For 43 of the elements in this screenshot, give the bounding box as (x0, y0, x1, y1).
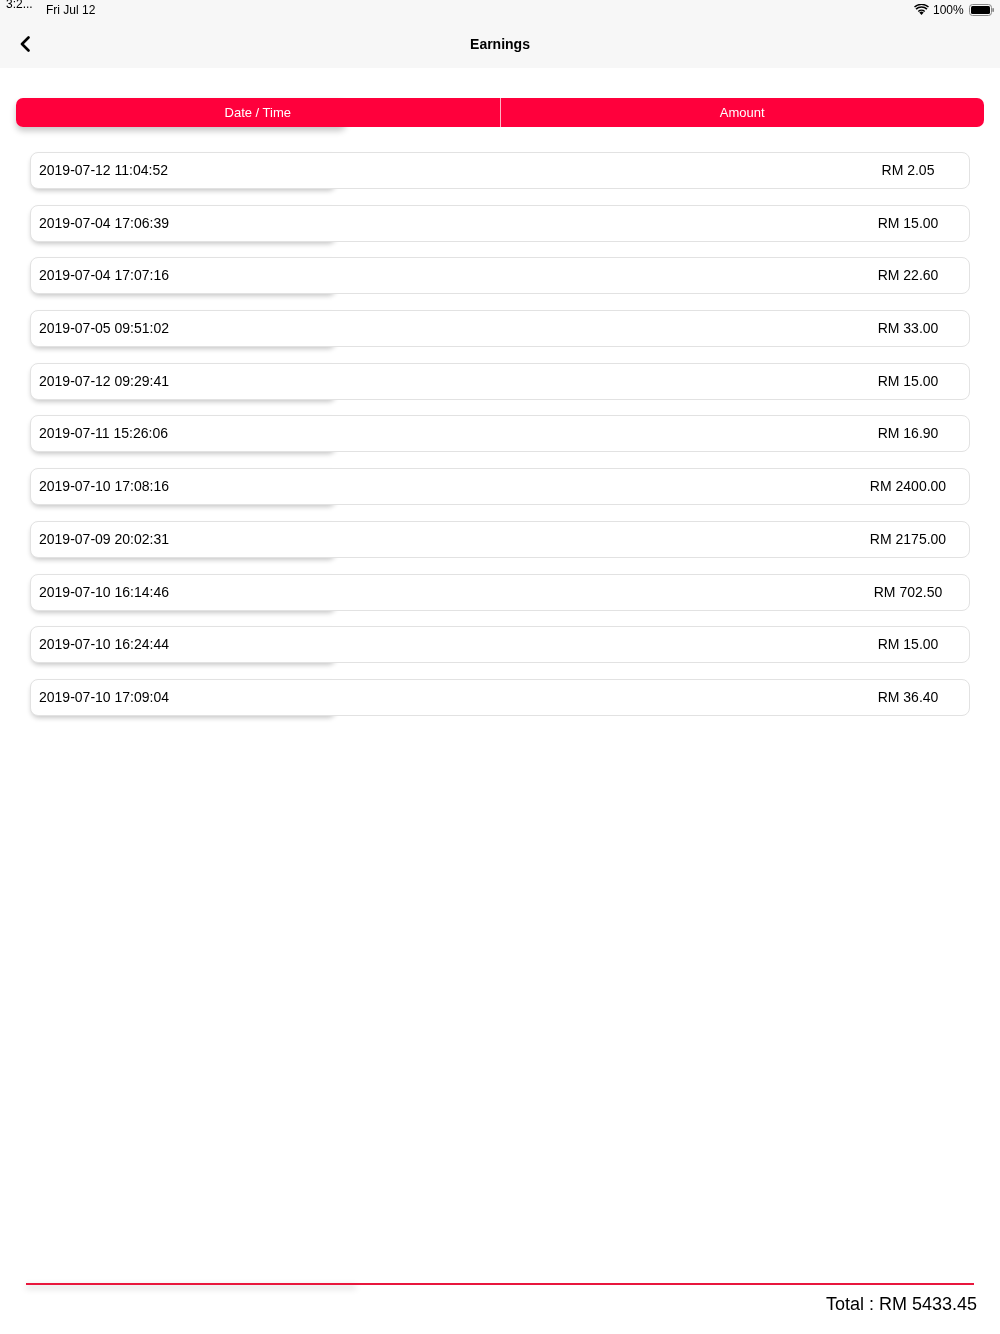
earning-row[interactable]: 2019-07-10 16:14:46 RM 702.50 (30, 573, 970, 611)
back-chevron-icon (19, 36, 31, 52)
date-time-text: 2019-07-04 17:07:16 (39, 266, 169, 286)
amount-text: RM 15.00 (877, 213, 939, 233)
date-time-text: 2019-07-10 17:09:04 (39, 687, 169, 707)
battery-icon (969, 4, 994, 16)
amount-text: RM 2.05 (881, 161, 935, 180)
earning-row[interactable]: 2019-07-10 17:09:04 RM 36.40 (30, 678, 970, 716)
amount-text: RM 22.60 (877, 266, 939, 286)
amount-text: RM 2400.00 (869, 477, 947, 497)
earning-row[interactable]: 2019-07-04 17:06:39 RM 15.00 (30, 204, 970, 242)
earning-row[interactable]: 2019-07-05 09:51:02 RM 33.00 (30, 310, 970, 348)
total-amount: Total : RM 5433.45 (825, 1293, 977, 1315)
amount-text: RM 2175.00 (869, 529, 947, 549)
date-time-text: 2019-07-05 09:51:02 (39, 319, 169, 339)
amount-text: RM 15.00 (877, 635, 939, 655)
earning-row[interactable]: 2019-07-04 17:07:16 RM 22.60 (30, 257, 970, 295)
date-time-text: 2019-07-12 11:04:52 (39, 161, 168, 180)
wifi-icon (914, 4, 929, 15)
earning-row[interactable]: 2019-07-12 11:04:52 RM 2.05 (30, 152, 970, 189)
date-time-text: 2019-07-09 20:02:31 (39, 529, 169, 549)
amount-text: RM 36.40 (877, 687, 939, 707)
earning-row[interactable]: 2019-07-10 16:24:44 RM 15.00 (30, 626, 970, 664)
amount-text: RM 33.00 (877, 319, 939, 339)
date-time-text: 2019-07-10 16:24:44 (39, 635, 169, 655)
date-time-text: 2019-07-04 17:06:39 (39, 213, 169, 233)
earning-row[interactable]: 2019-07-09 20:02:31 RM 2175.00 (30, 520, 970, 558)
date-time-text: 2019-07-12 09:29:41 (39, 371, 169, 391)
status-date: Fri Jul 12 (46, 3, 96, 17)
column-header: Date / Time (224, 103, 291, 122)
date-time-text: 2019-07-10 17:08:16 (39, 477, 169, 497)
battery-percentage: 100% (933, 3, 964, 17)
status-time: 3:2... (6, 0, 33, 11)
earning-row[interactable]: 2019-07-11 15:26:06 RM 16.90 (30, 415, 970, 453)
earning-row[interactable]: 2019-07-10 17:08:16 RM 2400.00 (30, 468, 970, 506)
amount-text: RM 16.90 (877, 424, 939, 444)
amount-text: RM 702.50 (873, 582, 943, 602)
navigation-title: Earnings (470, 36, 530, 52)
column-header: Amount (719, 103, 765, 122)
earning-row[interactable]: 2019-07-12 09:29:41 RM 15.00 (30, 362, 970, 400)
date-time-text: 2019-07-10 16:14:46 (39, 582, 169, 602)
date-time-text: 2019-07-11 15:26:06 (39, 424, 168, 444)
amount-text: RM 15.00 (877, 371, 939, 391)
